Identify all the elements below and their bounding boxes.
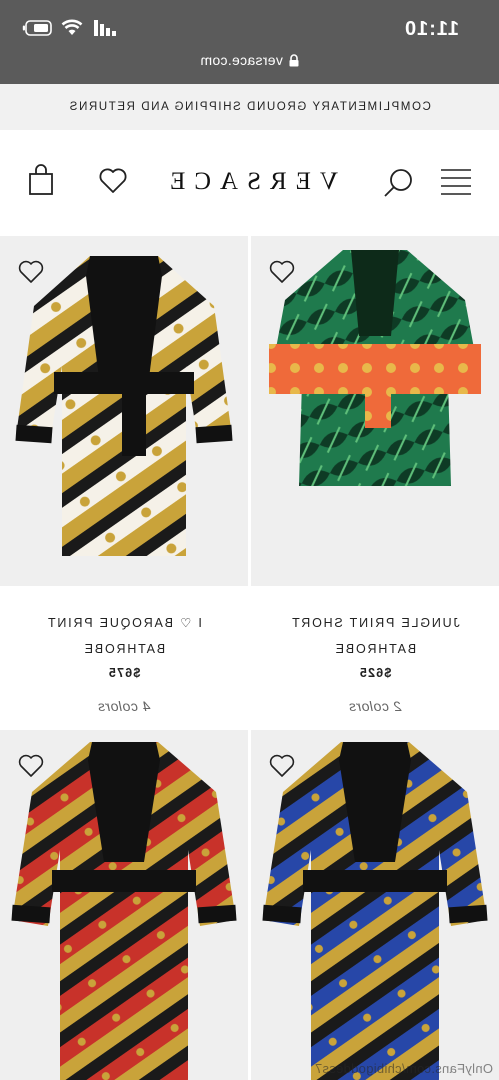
signal-icon bbox=[94, 19, 116, 36]
product-image[interactable] bbox=[251, 236, 499, 586]
favorite-heart-icon[interactable] bbox=[18, 754, 44, 778]
lock-icon bbox=[289, 53, 299, 66]
product-colors[interactable]: 4 colors bbox=[0, 698, 248, 714]
product-image[interactable] bbox=[0, 730, 248, 1080]
product-name[interactable]: JUNGLE PRINT SHORT BATHROBE bbox=[251, 610, 499, 662]
product-image[interactable] bbox=[251, 730, 499, 1080]
product-image[interactable] bbox=[0, 236, 248, 586]
mirrored-screen: 11:10 versace.com COMPLIMENTARY GROUND S… bbox=[0, 0, 499, 1080]
grid-divider bbox=[248, 236, 251, 1080]
wishlist-heart-icon[interactable] bbox=[98, 166, 128, 196]
address-bar[interactable]: versace.com bbox=[0, 52, 499, 68]
product-price: $625 bbox=[358, 666, 392, 680]
watermark-text: OnlyFans.com/chibigoddess7 bbox=[314, 1061, 493, 1076]
product-info: JUNGLE PRINT SHORT BATHROBE $625 2 color… bbox=[251, 586, 499, 730]
promo-banner[interactable]: COMPLIMENTARY GROUND SHIPPING AND RETURN… bbox=[0, 84, 499, 130]
address-url: versace.com bbox=[200, 52, 283, 68]
battery-icon bbox=[22, 19, 52, 36]
versace-logo[interactable]: VERSACE bbox=[0, 168, 499, 196]
shopping-bag-icon[interactable] bbox=[26, 164, 56, 196]
product-colors[interactable]: 2 colors bbox=[251, 698, 499, 714]
site-header: VERSACE bbox=[0, 130, 499, 236]
product-name[interactable]: I ♡ BAROQUE PRINT BATHROBE bbox=[0, 610, 248, 662]
favorite-heart-icon[interactable] bbox=[18, 260, 44, 284]
favorite-heart-icon[interactable] bbox=[269, 754, 295, 778]
status-icons bbox=[22, 19, 116, 36]
wifi-icon bbox=[61, 19, 83, 35]
favorite-heart-icon[interactable] bbox=[269, 260, 295, 284]
browser-top-bar: 11:10 versace.com bbox=[0, 0, 499, 84]
promo-text: COMPLIMENTARY GROUND SHIPPING AND RETURN… bbox=[68, 101, 431, 113]
product-price: $675 bbox=[107, 666, 141, 680]
product-info: I ♡ BAROQUE PRINT BATHROBE $675 4 colors bbox=[0, 586, 248, 730]
status-time: 11:10 bbox=[403, 18, 459, 40]
